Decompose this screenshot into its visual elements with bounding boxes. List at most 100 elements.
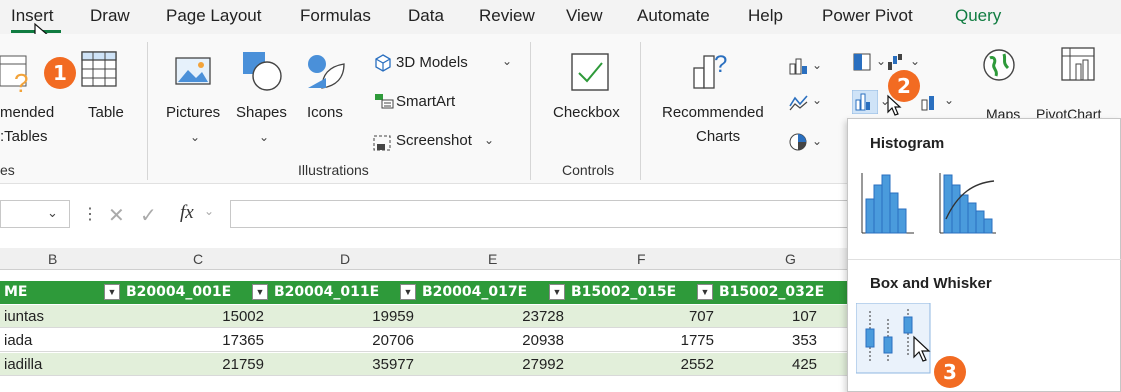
recommended-pivottables-label-2[interactable]: :Tables [0,128,48,145]
table-cell[interactable]: iadilla [4,356,42,373]
chevron-down-icon[interactable]: ⌄ [944,93,954,107]
header-cell[interactable]: B20004_001E [126,284,231,300]
step-badge-3: 3 [934,356,966,388]
filter-dropdown-icon[interactable]: ▼ [697,284,713,300]
filter-dropdown-icon[interactable]: ▼ [400,284,416,300]
checkbox-button-label[interactable]: Checkbox [553,104,620,121]
cancel-icon[interactable]: ✕ [108,203,125,228]
chevron-down-icon[interactable]: ⌄ [502,54,512,68]
chevron-down-icon[interactable]: ⌄ [812,58,822,72]
table-cell[interactable]: 15002 [180,308,264,325]
combo-chart-icon[interactable] [920,92,942,112]
header-cell[interactable]: ME [4,284,28,300]
tab-help[interactable]: Help [748,6,783,26]
table-cell[interactable]: 1775 [630,332,714,349]
3d-models-icon[interactable] [374,54,392,72]
insert-function-button[interactable]: fx [180,202,194,224]
table-cell[interactable]: 23728 [480,308,564,325]
tab-power-pivot[interactable]: Power Pivot [822,6,913,26]
tab-draw[interactable]: Draw [90,6,130,26]
table-icon[interactable] [80,50,120,90]
tab-view[interactable]: View [566,6,603,26]
waterfall-chart-icon[interactable] [886,52,908,72]
screenshot-label[interactable]: Screenshot [396,132,472,149]
smartart-icon[interactable] [374,92,394,110]
table-cell[interactable]: 20706 [330,332,414,349]
header-cell[interactable]: B20004_017E [422,284,527,300]
table-cell[interactable]: 353 [792,332,817,349]
enter-icon[interactable]: ✓ [140,203,157,228]
tab-review[interactable]: Review [479,6,535,26]
svg-text:?: ? [714,51,727,78]
chevron-down-icon[interactable]: ⌄ [812,134,822,148]
histogram-chart-icon[interactable] [860,171,916,237]
pictures-button-label[interactable]: Pictures [166,104,220,121]
table-cell[interactable]: 2552 [630,356,714,373]
column-letter[interactable]: D [340,251,350,267]
screenshot-icon[interactable] [372,134,394,154]
more-options-icon[interactable]: ⋮ [82,204,98,224]
icons-icon[interactable] [304,52,348,92]
column-letter[interactable]: F [637,251,646,267]
column-chart-icon[interactable] [788,56,810,76]
filter-dropdown-icon[interactable]: ▼ [252,284,268,300]
recommended-pivottables-icon[interactable]: ? [0,54,36,94]
recommended-charts-label-1[interactable]: Recommended [662,104,764,121]
chevron-down-icon[interactable]: ⌄ [204,204,214,218]
table-cell[interactable]: 107 [792,308,817,325]
line-chart-icon[interactable] [788,92,810,112]
filter-dropdown-icon[interactable]: ▼ [549,284,565,300]
chevron-down-icon[interactable]: ⌄ [484,133,494,147]
column-letter[interactable]: E [488,251,497,267]
name-box[interactable]: ⌄ [0,200,70,228]
recommended-pivottables-label-1[interactable]: mended [0,104,54,121]
table-cell[interactable]: iada [4,332,32,349]
filter-dropdown-icon[interactable]: ▼ [104,284,120,300]
chevron-down-icon[interactable]: ⌄ [47,205,58,221]
pie-chart-icon[interactable] [788,132,810,152]
chevron-down-icon[interactable]: ⌄ [812,93,822,107]
globe-icon[interactable] [982,48,1016,82]
chevron-down-icon[interactable]: ⌄ [910,54,920,68]
header-cell[interactable]: B15002_015E [571,284,676,300]
column-letter[interactable]: C [193,251,203,267]
recommended-charts-label-2[interactable]: Charts [696,128,740,145]
formula-input[interactable] [230,200,850,228]
pivotchart-icon[interactable] [1060,46,1100,86]
table-cell[interactable]: 17365 [180,332,264,349]
icons-button-label[interactable]: Icons [307,104,343,121]
table-cell[interactable]: 27992 [480,356,564,373]
hierarchy-chart-icon[interactable] [852,52,874,72]
table-cell[interactable]: 707 [630,308,714,325]
column-letter[interactable]: G [785,251,796,267]
table-cell[interactable]: 19959 [330,308,414,325]
tab-page-layout[interactable]: Page Layout [166,6,261,26]
table-cell[interactable]: 20938 [480,332,564,349]
step-badge-2: 2 [888,70,920,102]
chevron-down-icon[interactable]: ⌄ [190,130,200,144]
statistic-chart-dropdown: Histogram Box and Whisker [847,118,1121,392]
pareto-chart-icon[interactable] [938,171,998,237]
table-cell[interactable]: 21759 [180,356,264,373]
column-letter[interactable]: B [48,251,57,267]
header-cell[interactable]: B20004_011E [274,284,379,300]
3d-models-label[interactable]: 3D Models [396,54,468,71]
smartart-label[interactable]: SmartArt [396,93,455,110]
tab-data[interactable]: Data [408,6,444,26]
pictures-icon[interactable] [174,52,214,92]
statistic-chart-icon[interactable] [852,90,878,114]
table-button-label[interactable]: Table [88,104,124,121]
table-cell[interactable]: 425 [792,356,817,373]
tab-query[interactable]: Query [955,6,1001,26]
checkbox-icon[interactable] [570,52,612,94]
chevron-down-icon[interactable]: ⌄ [259,130,269,144]
header-cell[interactable]: B15002_032E [719,284,824,300]
shapes-icon[interactable] [241,50,285,94]
tab-formulas[interactable]: Formulas [300,6,371,26]
recommended-charts-icon[interactable]: ? [690,48,734,92]
tab-automate[interactable]: Automate [637,6,710,26]
shapes-button-label[interactable]: Shapes [236,104,287,121]
table-cell[interactable]: 35977 [330,356,414,373]
chevron-down-icon[interactable]: ⌄ [876,54,886,68]
table-cell[interactable]: iuntas [4,308,44,325]
